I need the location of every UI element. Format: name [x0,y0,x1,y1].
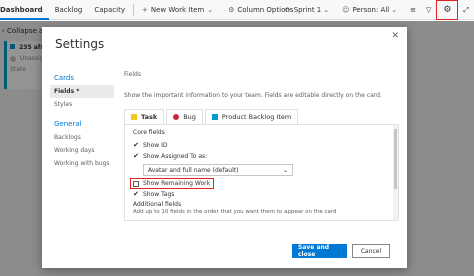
assigned-to-selected-value: Avatar and full name (default) [148,166,239,174]
tab-product-backlog-item[interactable]: Product Backlog Item [204,109,299,124]
fullscreen-button[interactable]: ⤢ [458,0,474,20]
close-button[interactable]: ✕ [391,31,399,41]
show-remaining-work-label: Show Remaining Work [143,180,211,187]
gear-icon: ⚙ [228,5,235,14]
person-icon: ☺ [342,6,350,14]
top-command-bar: Dashboard Backlog Capacity + New Work It… [0,0,474,20]
show-remaining-work-checkbox[interactable] [133,180,139,187]
tab-capacity[interactable]: Capacity [88,0,131,20]
show-remaining-work-row: Show Remaining Work [130,178,214,189]
nav-group-cards: Cards [54,74,75,82]
sprint-label: Sprint 1 [293,6,322,14]
save-and-close-button[interactable]: Save and close [292,244,347,258]
settings-button[interactable]: ⚙ [436,0,459,20]
nav-item-styles[interactable]: Styles [50,98,114,111]
nav-item-working-days[interactable]: Working days [50,144,114,157]
show-tags-checkbox[interactable]: ✔ [133,191,139,198]
plus-icon: + [141,5,148,14]
show-assigned-to-checkbox[interactable]: ✔ [133,153,139,160]
dialog-title: Settings [55,37,105,51]
additional-fields-heading: Additional fields [133,201,182,208]
chevron-down-icon: ⌄ [391,6,398,14]
chevron-down-icon: ⌄ [207,5,214,14]
nav-item-fields[interactable]: Fields * [50,85,114,98]
cancel-button[interactable]: Cancel [352,244,390,258]
close-icon: ✕ [391,31,399,41]
sprint-selector[interactable]: ⟳ Sprint 1 ⌄ [280,0,337,20]
divider [132,3,134,16]
gear-icon: ⚙ [443,5,452,15]
tab-bug[interactable]: Bug [166,109,203,124]
filter-button[interactable]: ▽ [421,0,436,20]
bug-icon [173,114,180,120]
person-filter[interactable]: ☺ Person: All ⌄ [337,0,405,20]
tab-task-label: Task [141,113,158,121]
sliders-icon: ≡ [410,6,416,14]
section-description: Show the important information to your t… [124,92,382,99]
tab-backlog[interactable]: Backlog [49,0,89,20]
section-heading: Fields [124,71,141,78]
tab-bug-label: Bug [183,113,196,121]
show-id-label: Show ID [143,142,168,149]
person-label: Person: All [352,6,390,14]
assigned-to-display-select[interactable]: Avatar and full name (default) ⌄ [143,164,293,176]
show-id-row: ✔ Show ID [133,140,390,151]
panel-scrollbar[interactable] [393,125,398,220]
new-work-item-label: New Work Item [150,5,205,14]
filter-icon: ▽ [426,6,432,14]
chevron-down-icon: ⌄ [282,166,288,174]
backlog-item-icon [211,114,218,120]
task-icon [131,114,137,120]
new-work-item-button[interactable]: + New Work Item ⌄ [136,0,222,20]
view-options-button[interactable]: ≡ [405,0,421,20]
additional-fields-description: Add up to 10 fields in the order that yo… [133,209,337,215]
show-tags-label: Show Tags [143,191,175,198]
scrollbar-thumb[interactable] [394,129,397,189]
nav-item-backlogs[interactable]: Backlogs [50,131,114,144]
tab-dashboard[interactable]: Dashboard [0,0,49,20]
settings-dialog: Settings ✕ Cards Fields * Styles General… [42,27,407,268]
show-assigned-to-row: ✔ Show Assigned To as: [133,151,390,162]
work-item-type-tabs: Task Bug Product Backlog Item [124,109,399,125]
settings-content: Fields Show the important information to… [124,67,399,221]
core-fields-heading: Core fields [133,129,165,136]
tab-pbi-label: Product Backlog Item [221,113,292,121]
expand-icon: ⤢ [463,5,469,14]
fields-panel: Core fields ✔ Show ID ✔ Show Assigned To… [124,125,399,221]
show-id-checkbox[interactable]: ✔ [133,142,139,149]
chevron-down-icon: ⌄ [323,6,330,14]
show-assigned-to-label: Show Assigned To as: [143,153,208,160]
tab-task[interactable]: Task [124,109,165,124]
show-tags-row: ✔ Show Tags [133,189,390,200]
nav-group-general: General [54,120,82,128]
sprint-icon: ⟳ [284,6,291,14]
settings-nav: Cards Fields * Styles General Backlogs W… [50,67,114,170]
nav-item-working-with-bugs[interactable]: Working with bugs [50,157,114,170]
dialog-footer: Save and close Cancel [287,244,390,258]
